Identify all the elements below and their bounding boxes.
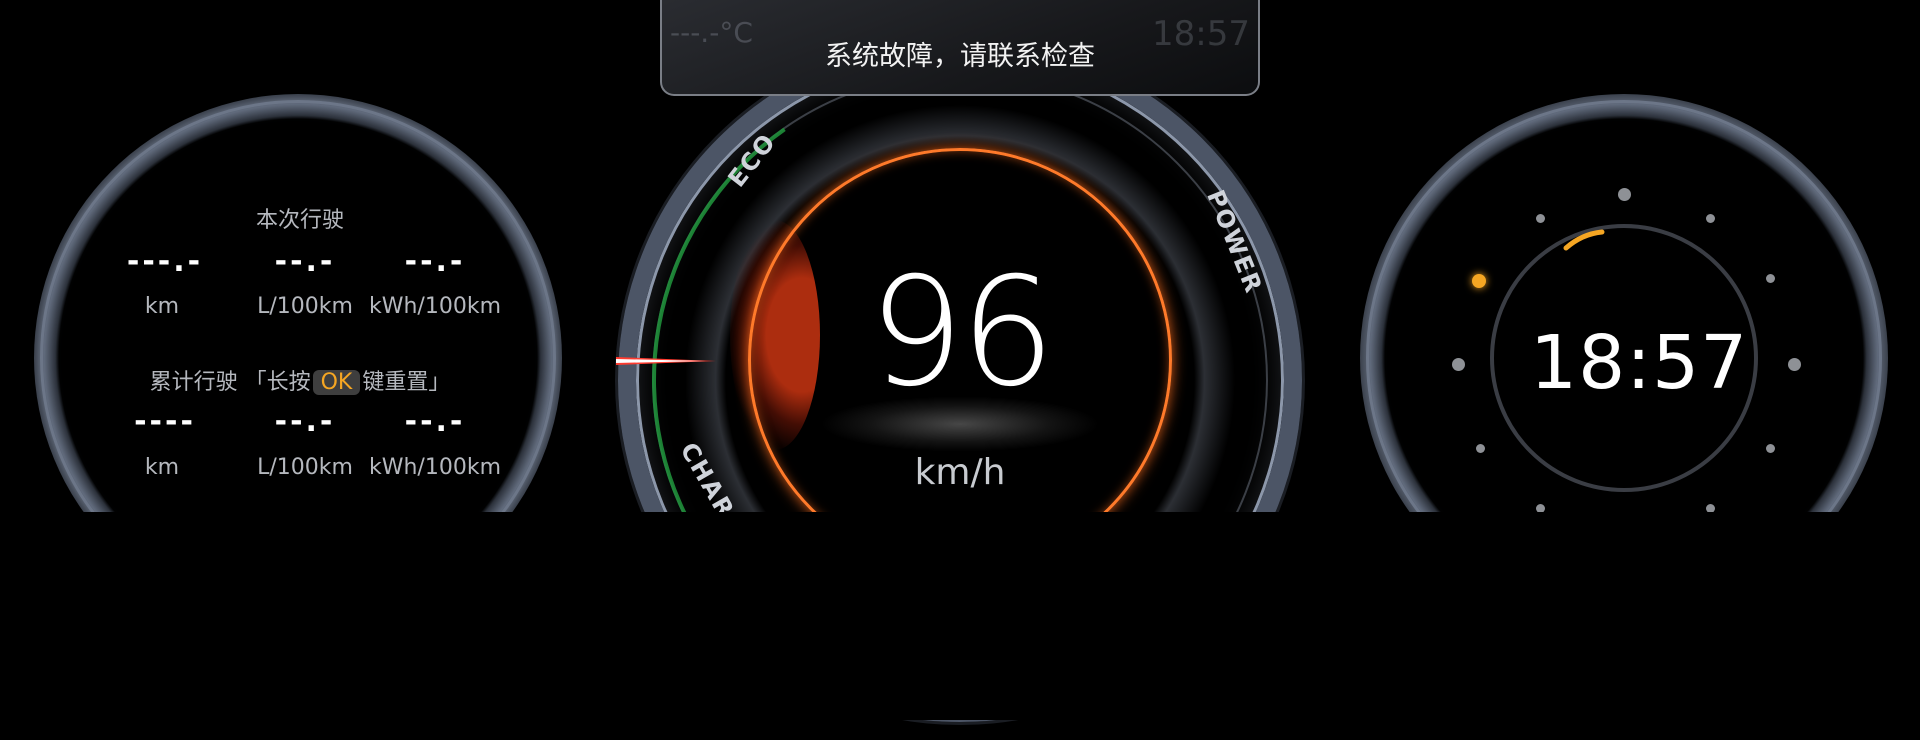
clock-dot-1 xyxy=(1706,214,1715,223)
indicator-icon xyxy=(1472,274,1486,288)
clock-dot-11 xyxy=(1536,214,1545,223)
screen-bottom xyxy=(0,512,1920,720)
total-trip-distance-unit: km xyxy=(144,455,180,480)
total-trip-title: 累计行驶 「长按 OK 键重置」 xyxy=(120,364,480,396)
warning-banner: ---.-°C 18:57 系统故障，请联系检查 xyxy=(660,0,1260,96)
clock-dot-9 xyxy=(1452,358,1465,371)
current-trip-fuel: --.- xyxy=(274,244,336,279)
clock-dot-3 xyxy=(1788,358,1801,371)
current-trip-distance: ---.- xyxy=(126,244,204,279)
current-trip-distance-unit: km xyxy=(144,294,180,319)
power-needle-icon xyxy=(616,357,716,365)
current-trip-title: 本次行驶 xyxy=(255,208,344,233)
clock-dot-12 xyxy=(1618,188,1631,201)
total-trip-distance: ---- xyxy=(134,404,196,439)
clock-progress-arc-icon xyxy=(1563,229,1605,251)
total-trip-title-suffix: 键重置」 xyxy=(362,370,451,395)
current-trip-energy: --.- xyxy=(404,244,466,279)
total-trip-energy: --.- xyxy=(404,404,466,439)
clock-dot-8 xyxy=(1476,444,1485,453)
warning-message: 系统故障，请联系检查 xyxy=(825,41,1095,72)
current-trip-energy-unit: kWh/100km xyxy=(368,294,501,319)
clock-dot-4 xyxy=(1766,444,1775,453)
clock-time: 18:57 xyxy=(1530,320,1749,406)
speed-value: 96 xyxy=(868,246,1056,420)
total-trip-energy-unit: kWh/100km xyxy=(368,455,501,480)
ok-badge: OK xyxy=(312,370,361,395)
current-trip-fuel-unit: L/100km xyxy=(257,294,353,319)
total-trip-title-prefix: 累计行驶 「长按 xyxy=(149,370,311,395)
total-trip-fuel: --.- xyxy=(274,404,336,439)
speed-unit: km/h xyxy=(914,452,1006,493)
total-trip-fuel-unit: L/100km xyxy=(257,455,353,480)
clock-dot-2 xyxy=(1766,274,1775,283)
